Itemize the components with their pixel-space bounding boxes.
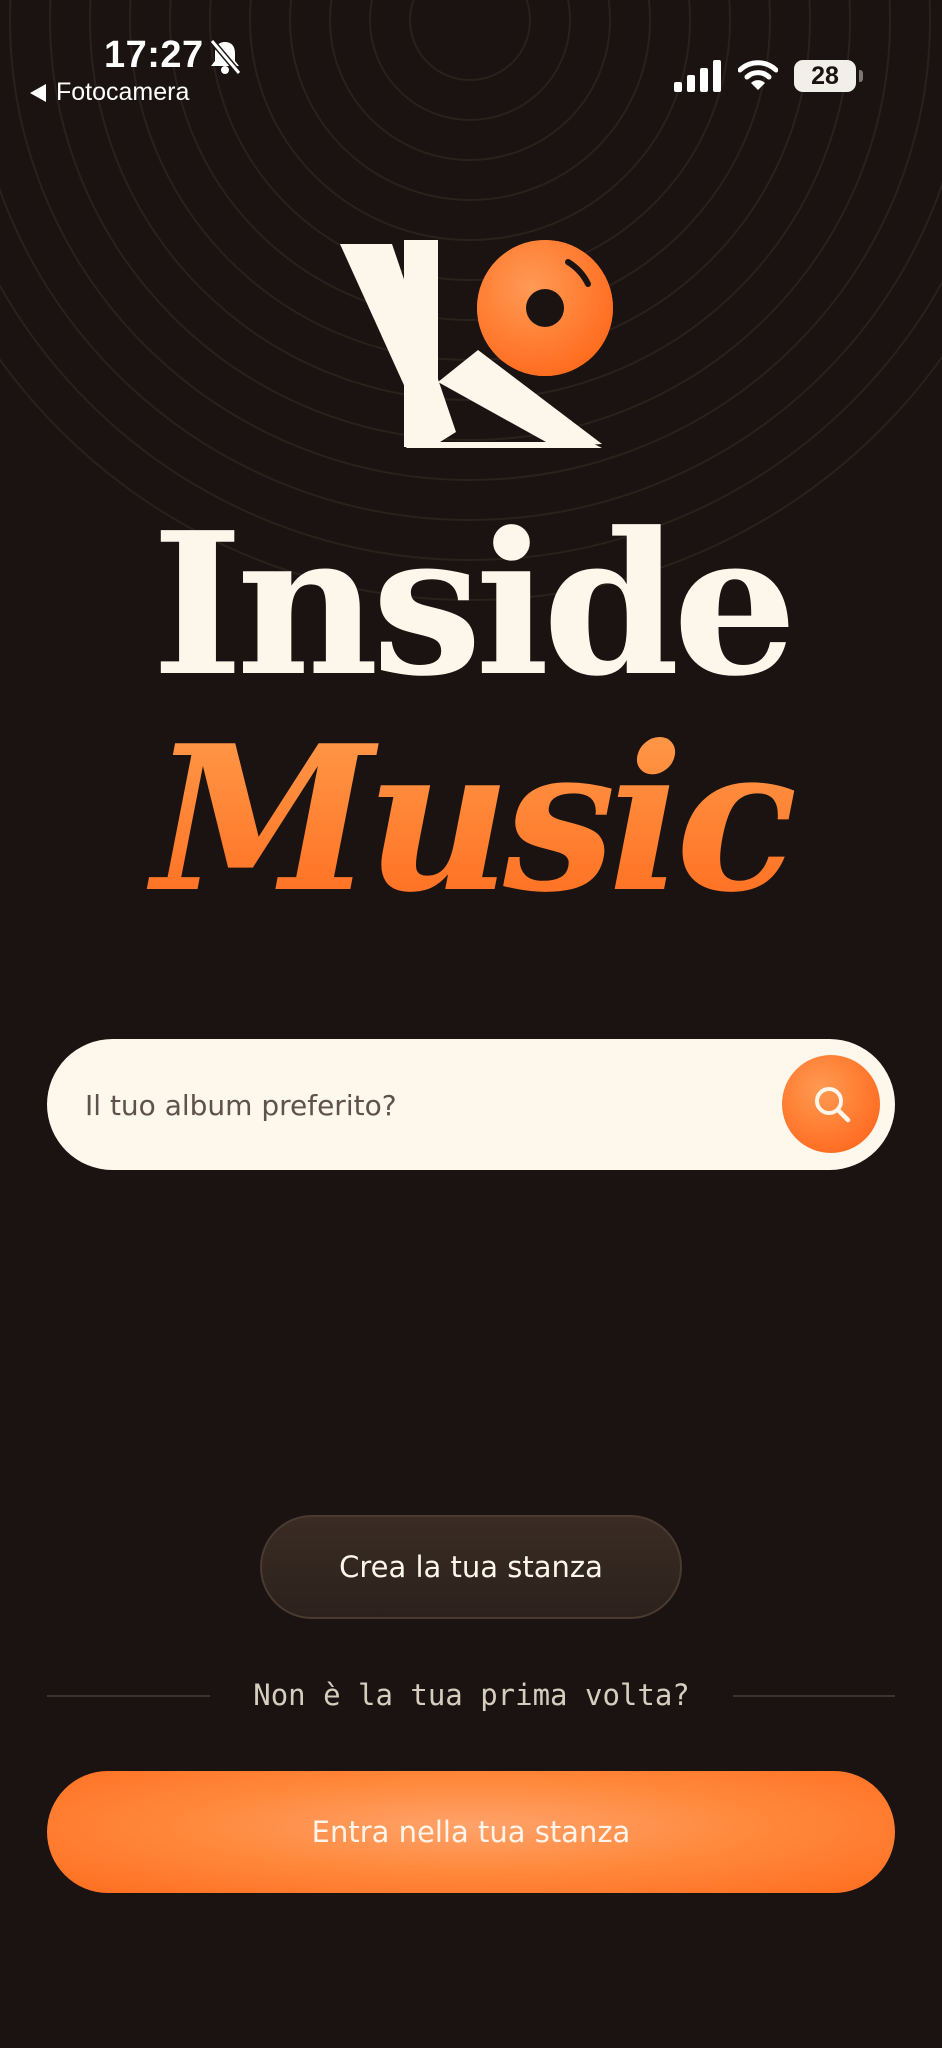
create-room-button[interactable]: Crea la tua stanza (260, 1515, 682, 1619)
app-screen: 17:27 Fotocamera 28 Inside Music Il tuo … (0, 0, 942, 2048)
search-icon (815, 1087, 851, 1123)
wifi-icon (738, 60, 778, 90)
signal-icon (674, 60, 721, 92)
divider-right (733, 1695, 895, 1697)
battery-indicator: 28 (794, 60, 856, 92)
status-time: 17:27 (104, 34, 204, 76)
divider-left (47, 1695, 210, 1697)
app-title-inside: Inside (151, 490, 798, 720)
vinyl-record-logo-icon (340, 240, 613, 448)
back-to-camera-link[interactable]: Fotocamera (56, 78, 189, 107)
search-button[interactable] (782, 1055, 880, 1153)
album-search-bar (47, 1039, 895, 1172)
album-search-input[interactable] (83, 1039, 787, 1172)
enter-room-button[interactable]: Entra nella tua stanza (47, 1771, 895, 1893)
battery-icon (859, 70, 863, 82)
back-arrow-icon[interactable] (30, 84, 46, 102)
bell-muted-icon (209, 39, 242, 75)
app-title-music: Music (0, 720, 942, 920)
divider-text: Non è la tua prima volta? (253, 1678, 690, 1712)
